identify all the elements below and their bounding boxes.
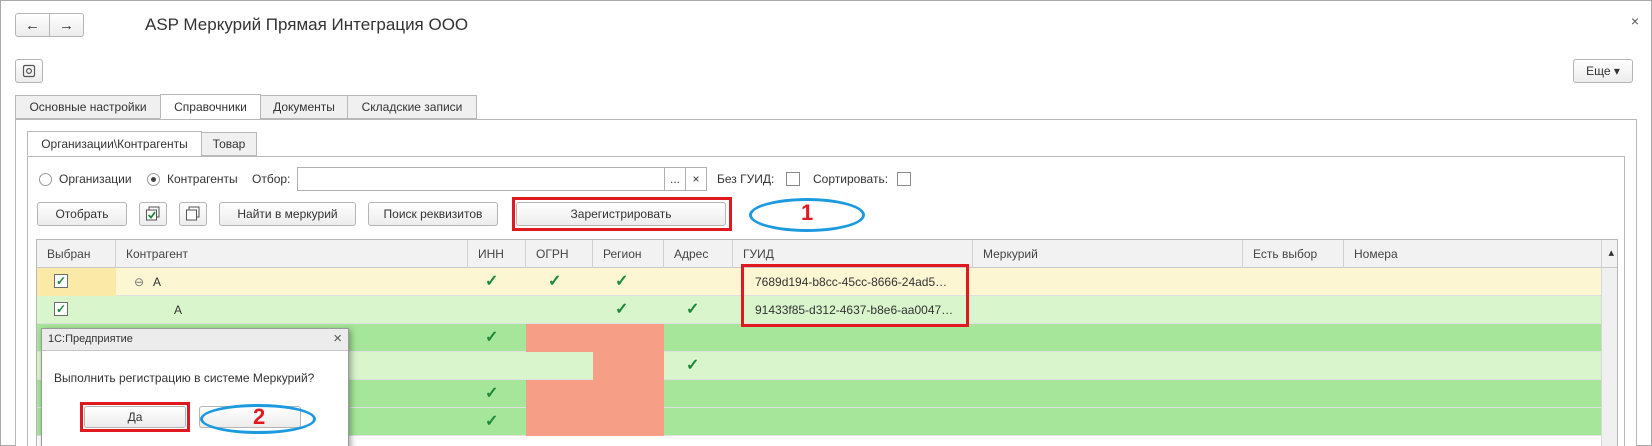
no-guid-checkbox[interactable]: [786, 172, 800, 186]
tab-documents[interactable]: Документы: [260, 95, 348, 119]
vertical-scrollbar[interactable]: [1601, 268, 1617, 446]
counterparty-name: A: [174, 303, 183, 317]
select-button[interactable]: Отобрать: [37, 202, 127, 226]
find-in-mercury-button[interactable]: Найти в меркурий: [219, 202, 356, 226]
no-guid-label: Без ГУИД:: [717, 172, 775, 186]
gear-icon: [22, 64, 36, 78]
dialog-title: 1С:Предприятие: [48, 333, 133, 345]
inn-check: ✓: [485, 413, 499, 430]
inn-check: ✓: [485, 329, 499, 346]
uncheck-all-icon: [186, 206, 200, 221]
address-check: ✓: [686, 357, 700, 374]
annotation-number-1: 1: [801, 200, 814, 225]
radio-counterparties-label: Контрагенты: [167, 172, 238, 186]
column-header-inn[interactable]: ИНН: [468, 240, 526, 268]
window-title: ASP Меркурий Прямая Интеграция ООО: [145, 15, 469, 34]
tab-goods[interactable]: Товар: [201, 132, 257, 156]
ogrn-error-cell: [526, 380, 664, 408]
inn-check: ✓: [485, 273, 499, 290]
column-header-numbers[interactable]: Номера: [1344, 240, 1602, 268]
uncheck-all-button[interactable]: [179, 202, 207, 226]
tab-main-settings[interactable]: Основные настройки: [15, 95, 161, 119]
tab-references[interactable]: Справочники: [160, 94, 261, 119]
column-header-counterparty[interactable]: Контрагент: [116, 240, 468, 268]
counterparty-name: A: [153, 275, 162, 289]
ogrn-error-cell: [526, 324, 664, 352]
search-details-button[interactable]: Поиск реквизитов: [368, 202, 498, 226]
region-check: ✓: [615, 301, 629, 318]
column-header-selected[interactable]: Выбран: [37, 240, 116, 268]
column-header-region[interactable]: Регион: [593, 240, 664, 268]
radio-counterparties[interactable]: [147, 173, 160, 186]
yes-highlight: [80, 402, 190, 432]
dialog-message: Выполнить регистрацию в системе Меркурий…: [54, 371, 315, 385]
main-window: ← → ASP Меркурий Прямая Интеграция ООО ×…: [0, 0, 1652, 446]
ogrn-error-cell: [526, 408, 664, 436]
confirm-dialog: 1С:Предприятие × Выполнить регистрацию в…: [41, 328, 349, 446]
sort-label: Сортировать:: [813, 172, 889, 186]
filter-input[interactable]: [297, 167, 665, 191]
row-select-checkbox[interactable]: ✓: [54, 302, 68, 316]
radio-organizations[interactable]: [39, 173, 52, 186]
back-button[interactable]: ←: [15, 13, 50, 37]
column-header-mercury[interactable]: Меркурий: [973, 240, 1243, 268]
more-button[interactable]: Еще ▾: [1573, 59, 1633, 83]
region-error-cell: [593, 352, 664, 380]
forward-button[interactable]: →: [49, 13, 84, 37]
ogrn-check: ✓: [548, 273, 562, 290]
row-select-checkbox[interactable]: ✓: [54, 274, 68, 288]
register-highlight: [512, 197, 732, 231]
guid-highlight: [741, 264, 969, 327]
filter-clear-button[interactable]: ×: [685, 167, 707, 191]
settings-button[interactable]: [15, 59, 43, 83]
check-all-button[interactable]: [139, 202, 167, 226]
sort-checkbox[interactable]: [897, 172, 911, 186]
tree-collapse-icon[interactable]: ⊖: [134, 268, 144, 296]
column-header-has-choice[interactable]: Есть выбор: [1243, 240, 1344, 268]
filter-label: Отбор:: [252, 172, 291, 186]
selected-cell: [37, 268, 116, 296]
dialog-titlebar: 1С:Предприятие ×: [42, 329, 348, 351]
address-check: ✓: [686, 301, 700, 318]
region-check: ✓: [615, 273, 629, 290]
column-header-ogrn[interactable]: ОГРН: [526, 240, 593, 268]
dialog-close-icon[interactable]: ×: [333, 330, 342, 347]
tab-organizations-counterparties[interactable]: Организации\Контрагенты: [27, 131, 202, 156]
tab-warehouse-records[interactable]: Складские записи: [347, 95, 477, 119]
check-all-icon: [146, 206, 160, 221]
close-icon[interactable]: ×: [1631, 13, 1639, 29]
scroll-up-icon[interactable]: ▴: [1608, 246, 1614, 259]
column-header-address[interactable]: Адрес: [664, 240, 733, 268]
radio-organizations-label: Организации: [59, 172, 132, 186]
annotation-number-2: 2: [253, 404, 266, 429]
filter-select-button[interactable]: ...: [664, 167, 686, 191]
inn-check: ✓: [485, 385, 499, 402]
